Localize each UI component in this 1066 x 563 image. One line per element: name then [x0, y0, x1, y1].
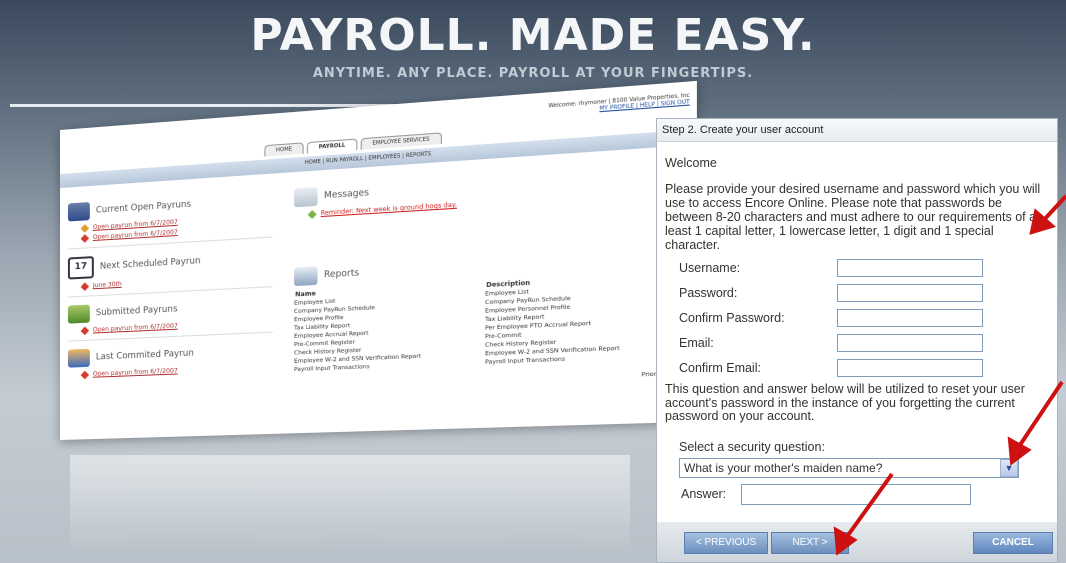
section-title: Submitted Payruns [95, 304, 178, 319]
calendar-icon: 17 [67, 256, 94, 280]
email-input[interactable] [837, 334, 983, 352]
answer-label: Answer: [681, 487, 727, 501]
previous-button[interactable]: < PREVIOUS [684, 532, 768, 554]
create-account-panel: Step 2. Create your user account Welcome… [656, 118, 1058, 563]
priority-icon [307, 209, 317, 219]
confirm-email-row: Confirm Email: [679, 359, 1049, 377]
preview-welcome: Welcome: rhymoner | 8100 Value Propertie… [548, 92, 689, 116]
preview-link-text: June 30th [92, 280, 122, 290]
priority-icon [80, 223, 90, 233]
priority-icon [80, 281, 90, 291]
app-preview-screenshot: Welcome: rhymoner | 8100 Value Propertie… [60, 80, 697, 441]
preview-tab-home: HOME [264, 142, 304, 157]
answer-row: Answer: [681, 483, 1049, 505]
chevron-down-icon[interactable]: ▼ [1000, 458, 1018, 477]
security-question-note: This question and answer below will be u… [665, 382, 1025, 423]
pencil-icon [67, 348, 90, 368]
section-title: Messages [323, 187, 370, 202]
answer-input[interactable] [741, 483, 971, 505]
confirm-email-label: Confirm Email: [679, 361, 761, 375]
username-label: Username: [679, 261, 741, 275]
confirm-password-label: Confirm Password: [679, 311, 785, 325]
priority-icon [80, 233, 90, 243]
hero-subtitle: ANYTIME. ANY PLACE. PAYROLL AT YOUR FING… [312, 66, 754, 81]
cancel-button[interactable]: CANCEL [973, 532, 1053, 554]
panel-body: Welcome Please provide your desired user… [657, 156, 1057, 505]
preview-reports-table: Name Description Employee List Employee L… [294, 270, 687, 374]
priority-icon [80, 326, 90, 335]
preview-reflection [70, 455, 630, 555]
button-bar: < PREVIOUS NEXT > CANCEL [657, 522, 1057, 562]
money-icon [67, 304, 90, 324]
envelope-icon [294, 187, 318, 208]
password-label: Password: [679, 286, 738, 300]
confirm-email-input[interactable] [837, 359, 983, 377]
panel-header: Step 2. Create your user account [657, 119, 1057, 142]
username-row: Username: [679, 259, 1049, 277]
priority-levels-label: Priority Levels [641, 370, 687, 379]
confirm-password-input[interactable] [837, 309, 983, 327]
confirm-password-row: Confirm Password: [679, 309, 1049, 327]
email-row: Email: [679, 334, 1049, 352]
priority-icon [80, 370, 90, 379]
welcome-text: Welcome [665, 156, 717, 170]
username-input[interactable] [837, 259, 983, 277]
section-title: Next Scheduled Payrun [99, 256, 201, 272]
preview-link-text: Open payrun from 6/7/2007 [92, 228, 178, 242]
binder-icon [67, 202, 90, 222]
email-label: Email: [679, 336, 714, 350]
security-question-value: What is your mother's maiden name? [684, 460, 883, 475]
preview-right-column: Messages Reminder: Next week is ground h… [294, 154, 687, 391]
preview-link-text: Open payrun from 6/7/2007 [92, 367, 178, 378]
security-question-select[interactable]: What is your mother's maiden name? ▼ [679, 457, 1019, 478]
next-button[interactable]: NEXT > [771, 532, 849, 554]
section-title: Reports [323, 268, 360, 281]
preview-last-committed: Last Commited Payrun [67, 341, 273, 368]
security-question-label: Select a security question: [679, 439, 825, 454]
preview-link-text: Open payrun from 6/7/2007 [92, 322, 178, 334]
preview-left-column: Current Open Payruns Open payrun from 6/… [67, 182, 273, 382]
password-row: Password: [679, 284, 1049, 302]
section-title: Last Commited Payrun [95, 348, 194, 363]
password-input[interactable] [837, 284, 983, 302]
report-icon [294, 266, 318, 287]
hero-title: PAYROLL. MADE EASY. [250, 10, 816, 61]
intro-text: Please provide your desired username and… [665, 182, 1041, 252]
preview-tab-payroll: PAYROLL [307, 138, 358, 154]
section-title: Current Open Payruns [95, 199, 192, 216]
